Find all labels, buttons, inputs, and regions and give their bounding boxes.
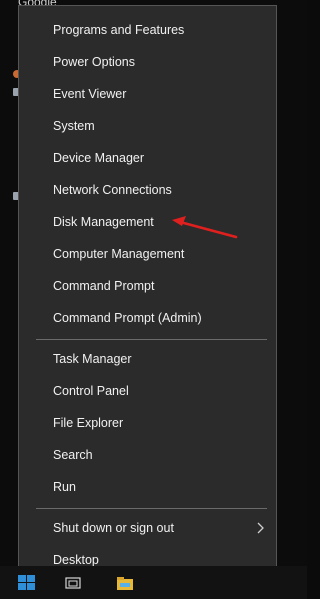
menu-item-label: File Explorer [53,416,124,430]
menu-item-search[interactable]: Search [19,440,276,470]
menu-item-control-panel[interactable]: Control Panel [19,376,276,406]
menu-item-label: Run [53,480,76,494]
menu-item-event-viewer[interactable]: Event Viewer [19,79,276,109]
menu-divider [36,508,267,509]
chevron-right-icon [257,522,264,534]
menu-item-label: Shut down or sign out [53,521,174,535]
menu-divider [36,339,267,340]
menu-item-label: Command Prompt [53,279,155,293]
menu-item-run[interactable]: Run [19,472,276,502]
windows-start-icon[interactable] [18,575,36,591]
menu-item-label: Control Panel [53,384,129,398]
menu-item-label: Search [53,448,93,462]
file-explorer-icon[interactable] [116,575,134,591]
menu-item-device-manager[interactable]: Device Manager [19,143,276,173]
menu-item-file-explorer[interactable]: File Explorer [19,408,276,438]
taskbar [0,566,307,599]
menu-item-label: Device Manager [53,151,145,165]
menu-item-label: Power Options [53,55,135,69]
desktop-screen: Google Programs and Features Power Optio… [0,0,307,599]
menu-item-command-prompt[interactable]: Command Prompt [19,271,276,301]
menu-item-label: Programs and Features [53,23,185,37]
menu-item-label: Network Connections [53,183,172,197]
menu-item-system[interactable]: System [19,111,276,141]
menu-item-command-prompt-admin[interactable]: Command Prompt (Admin) [19,303,276,333]
task-view-icon[interactable] [64,575,82,591]
menu-item-label: Event Viewer [53,87,127,101]
menu-item-label: Command Prompt (Admin) [53,311,202,325]
menu-item-label: System [53,119,95,133]
menu-item-label: Task Manager [53,352,132,366]
menu-item-task-manager[interactable]: Task Manager [19,344,276,374]
menu-item-label: Disk Management [53,215,154,229]
menu-item-label: Desktop [53,553,99,567]
winx-context-menu: Programs and Features Power Options Even… [18,5,277,581]
red-arrow-pointer-icon [172,216,238,239]
menu-item-power-options[interactable]: Power Options [19,47,276,77]
menu-item-shut-down-or-sign-out[interactable]: Shut down or sign out [19,513,276,543]
menu-item-programs-and-features[interactable]: Programs and Features [19,15,276,45]
